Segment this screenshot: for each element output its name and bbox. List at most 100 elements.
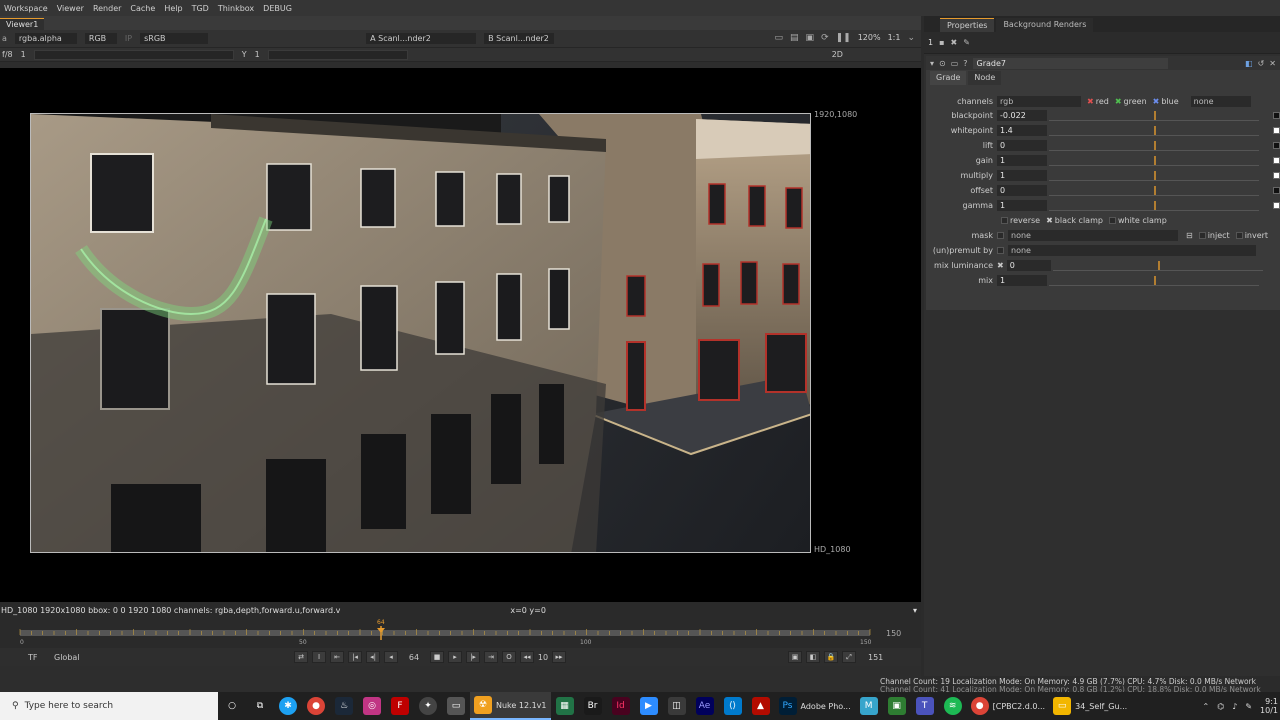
skip-forward-icon[interactable]: ▸▸	[552, 651, 566, 663]
lock-icon[interactable]: 🔒	[824, 651, 838, 663]
cortana-icon[interactable]: ○	[223, 697, 241, 715]
menu-workspace[interactable]: Workspace	[4, 4, 48, 13]
teams-icon[interactable]: T	[915, 697, 934, 715]
instagram-icon[interactable]: ◎	[363, 697, 381, 715]
taskbar-nuke[interactable]: ☢ Nuke 12.1v1	[470, 692, 551, 720]
blackpoint-slider[interactable]	[1049, 110, 1259, 121]
flipbook-icon[interactable]: ▣	[788, 651, 802, 663]
input-b-select[interactable]: B Scanl...nder2	[484, 33, 555, 44]
color-picker-icon[interactable]	[1273, 171, 1280, 179]
zoom-value[interactable]: 120%	[858, 33, 881, 43]
node-name-field[interactable]: Grade7	[972, 57, 1168, 69]
step-size-field[interactable]: 10	[536, 653, 550, 662]
help-icon[interactable]: ?	[963, 59, 967, 68]
chevron-down-icon[interactable]: ▾	[913, 606, 917, 615]
color-picker-icon[interactable]	[1273, 156, 1280, 164]
reverse-checkbox[interactable]: reverse	[1001, 216, 1040, 225]
mix-luminance-field[interactable]: 0	[1006, 259, 1051, 271]
mask-select[interactable]: none	[1008, 229, 1178, 241]
ip-button[interactable]: IP	[125, 34, 132, 43]
safe-icon[interactable]: ▣	[806, 33, 815, 43]
gamma-slider[interactable]	[1049, 200, 1259, 211]
vscode-icon[interactable]: ⟨⟩	[723, 697, 742, 715]
channels-select[interactable]: rgba.alpha	[14, 33, 77, 44]
mask-minus-icon[interactable]: ⊟	[1186, 231, 1193, 240]
pause-icon[interactable]: ❚❚	[836, 33, 851, 43]
stop-icon[interactable]: ■	[430, 651, 444, 663]
clock[interactable]: 9:1 10/1	[1260, 697, 1278, 715]
unpremult-select[interactable]: none	[1008, 244, 1256, 256]
menu-render[interactable]: Render	[93, 4, 121, 13]
folder-icon[interactable]: ◫	[667, 697, 686, 715]
invert-checkbox[interactable]: invert	[1235, 231, 1268, 240]
inject-checkbox[interactable]: inject	[1198, 231, 1230, 240]
rgb-select[interactable]: RGB	[84, 33, 117, 44]
terminal-icon[interactable]: ▣	[887, 697, 906, 715]
input-a-select[interactable]: A Scanl...nder2	[366, 33, 477, 44]
taskbar-search[interactable]: ⚲ Type here to search	[0, 692, 218, 720]
global-select[interactable]: Global	[54, 653, 94, 662]
bounce-icon[interactable]: ⇄	[294, 651, 308, 663]
mix-slider[interactable]	[1049, 275, 1259, 286]
blackpoint-field[interactable]: -0.022	[997, 109, 1047, 121]
out-point-icon[interactable]: O	[502, 651, 516, 663]
chrome-icon[interactable]: ●	[307, 697, 325, 715]
multiply-field[interactable]: 1	[997, 169, 1047, 181]
node-undo-icon[interactable]: ↺	[1258, 59, 1265, 68]
next-frame-icon[interactable]: |▸	[466, 651, 480, 663]
end-frame-field[interactable]: 151	[868, 653, 883, 662]
mix-luminance-slider[interactable]	[1052, 260, 1263, 271]
alpha-channel-select[interactable]: none	[1190, 95, 1251, 107]
pen-icon[interactable]: ✎	[1245, 702, 1252, 711]
menu-tgd[interactable]: TGD	[192, 4, 209, 13]
collapse-icon[interactable]: ▾	[930, 59, 934, 68]
center-node-icon[interactable]: ⊙	[939, 59, 946, 68]
offset-field[interactable]: 0	[997, 184, 1047, 196]
spreadsheet-icon[interactable]: ▦	[555, 697, 574, 715]
bridge-icon[interactable]: Br	[583, 697, 602, 715]
skip-back-icon[interactable]: ◂◂	[520, 651, 534, 663]
white-clamp-checkbox[interactable]: white clamp	[1108, 216, 1167, 225]
blender-icon[interactable]: ✦	[419, 697, 437, 715]
spotify-icon[interactable]: ≋	[943, 697, 962, 715]
color-picker-icon[interactable]	[1273, 126, 1280, 134]
timeline[interactable]: 0 50 100 150 64 150	[0, 618, 921, 648]
gain-slider[interactable]	[33, 49, 234, 60]
indesign-icon[interactable]: Id	[611, 697, 630, 715]
mix-field[interactable]: 1	[997, 274, 1047, 286]
tf-select[interactable]: TF	[28, 653, 48, 662]
maya-icon[interactable]: M	[859, 697, 878, 715]
prev-key-icon[interactable]: |◂	[348, 651, 362, 663]
gamma-value[interactable]: 1	[255, 50, 260, 59]
first-frame-icon[interactable]: ⇤	[330, 651, 344, 663]
multiply-slider[interactable]	[1049, 170, 1259, 181]
gain-slider[interactable]	[1049, 155, 1259, 166]
unpremult-checkbox[interactable]	[997, 246, 1004, 254]
acrobat-icon[interactable]: ▲	[751, 697, 770, 715]
channels-select[interactable]: rgb	[997, 95, 1081, 107]
view-mode[interactable]: 2D	[832, 50, 843, 59]
play-icon[interactable]: ▸	[448, 651, 462, 663]
expand-icon[interactable]: ⤢	[842, 651, 856, 663]
zoom-icon[interactable]: ▶	[639, 697, 658, 715]
max-panels-field[interactable]: 1	[928, 38, 933, 47]
viewer-canvas[interactable]: 1920,1080 HD_1080	[0, 68, 921, 618]
float-icon[interactable]: ▭	[951, 59, 959, 68]
gamma-slider[interactable]	[267, 49, 408, 60]
lift-field[interactable]: 0	[997, 139, 1047, 151]
gain-field[interactable]: 1	[997, 154, 1047, 166]
tab-background-renders[interactable]: Background Renders	[996, 18, 1094, 32]
network-icon[interactable]: ⌬	[1217, 702, 1224, 711]
gain-value[interactable]: 1	[21, 50, 26, 59]
tab-node[interactable]: Node	[968, 71, 1002, 85]
menu-debug[interactable]: DEBUG	[263, 4, 292, 13]
mail-icon[interactable]: ▭	[447, 697, 465, 715]
lock-icon[interactable]: ▪	[939, 38, 944, 47]
app-icon[interactable]: ✱	[279, 697, 297, 715]
color-picker-icon[interactable]	[1273, 111, 1280, 119]
menu-viewer[interactable]: Viewer	[57, 4, 84, 13]
taskbar-photoshop[interactable]: Ps Adobe Pho...	[775, 692, 855, 720]
close-all-icon[interactable]: ✖	[951, 38, 958, 47]
mix-luminance-checkbox[interactable]: ✖	[997, 261, 1004, 270]
filezilla-icon[interactable]: F	[391, 697, 409, 715]
